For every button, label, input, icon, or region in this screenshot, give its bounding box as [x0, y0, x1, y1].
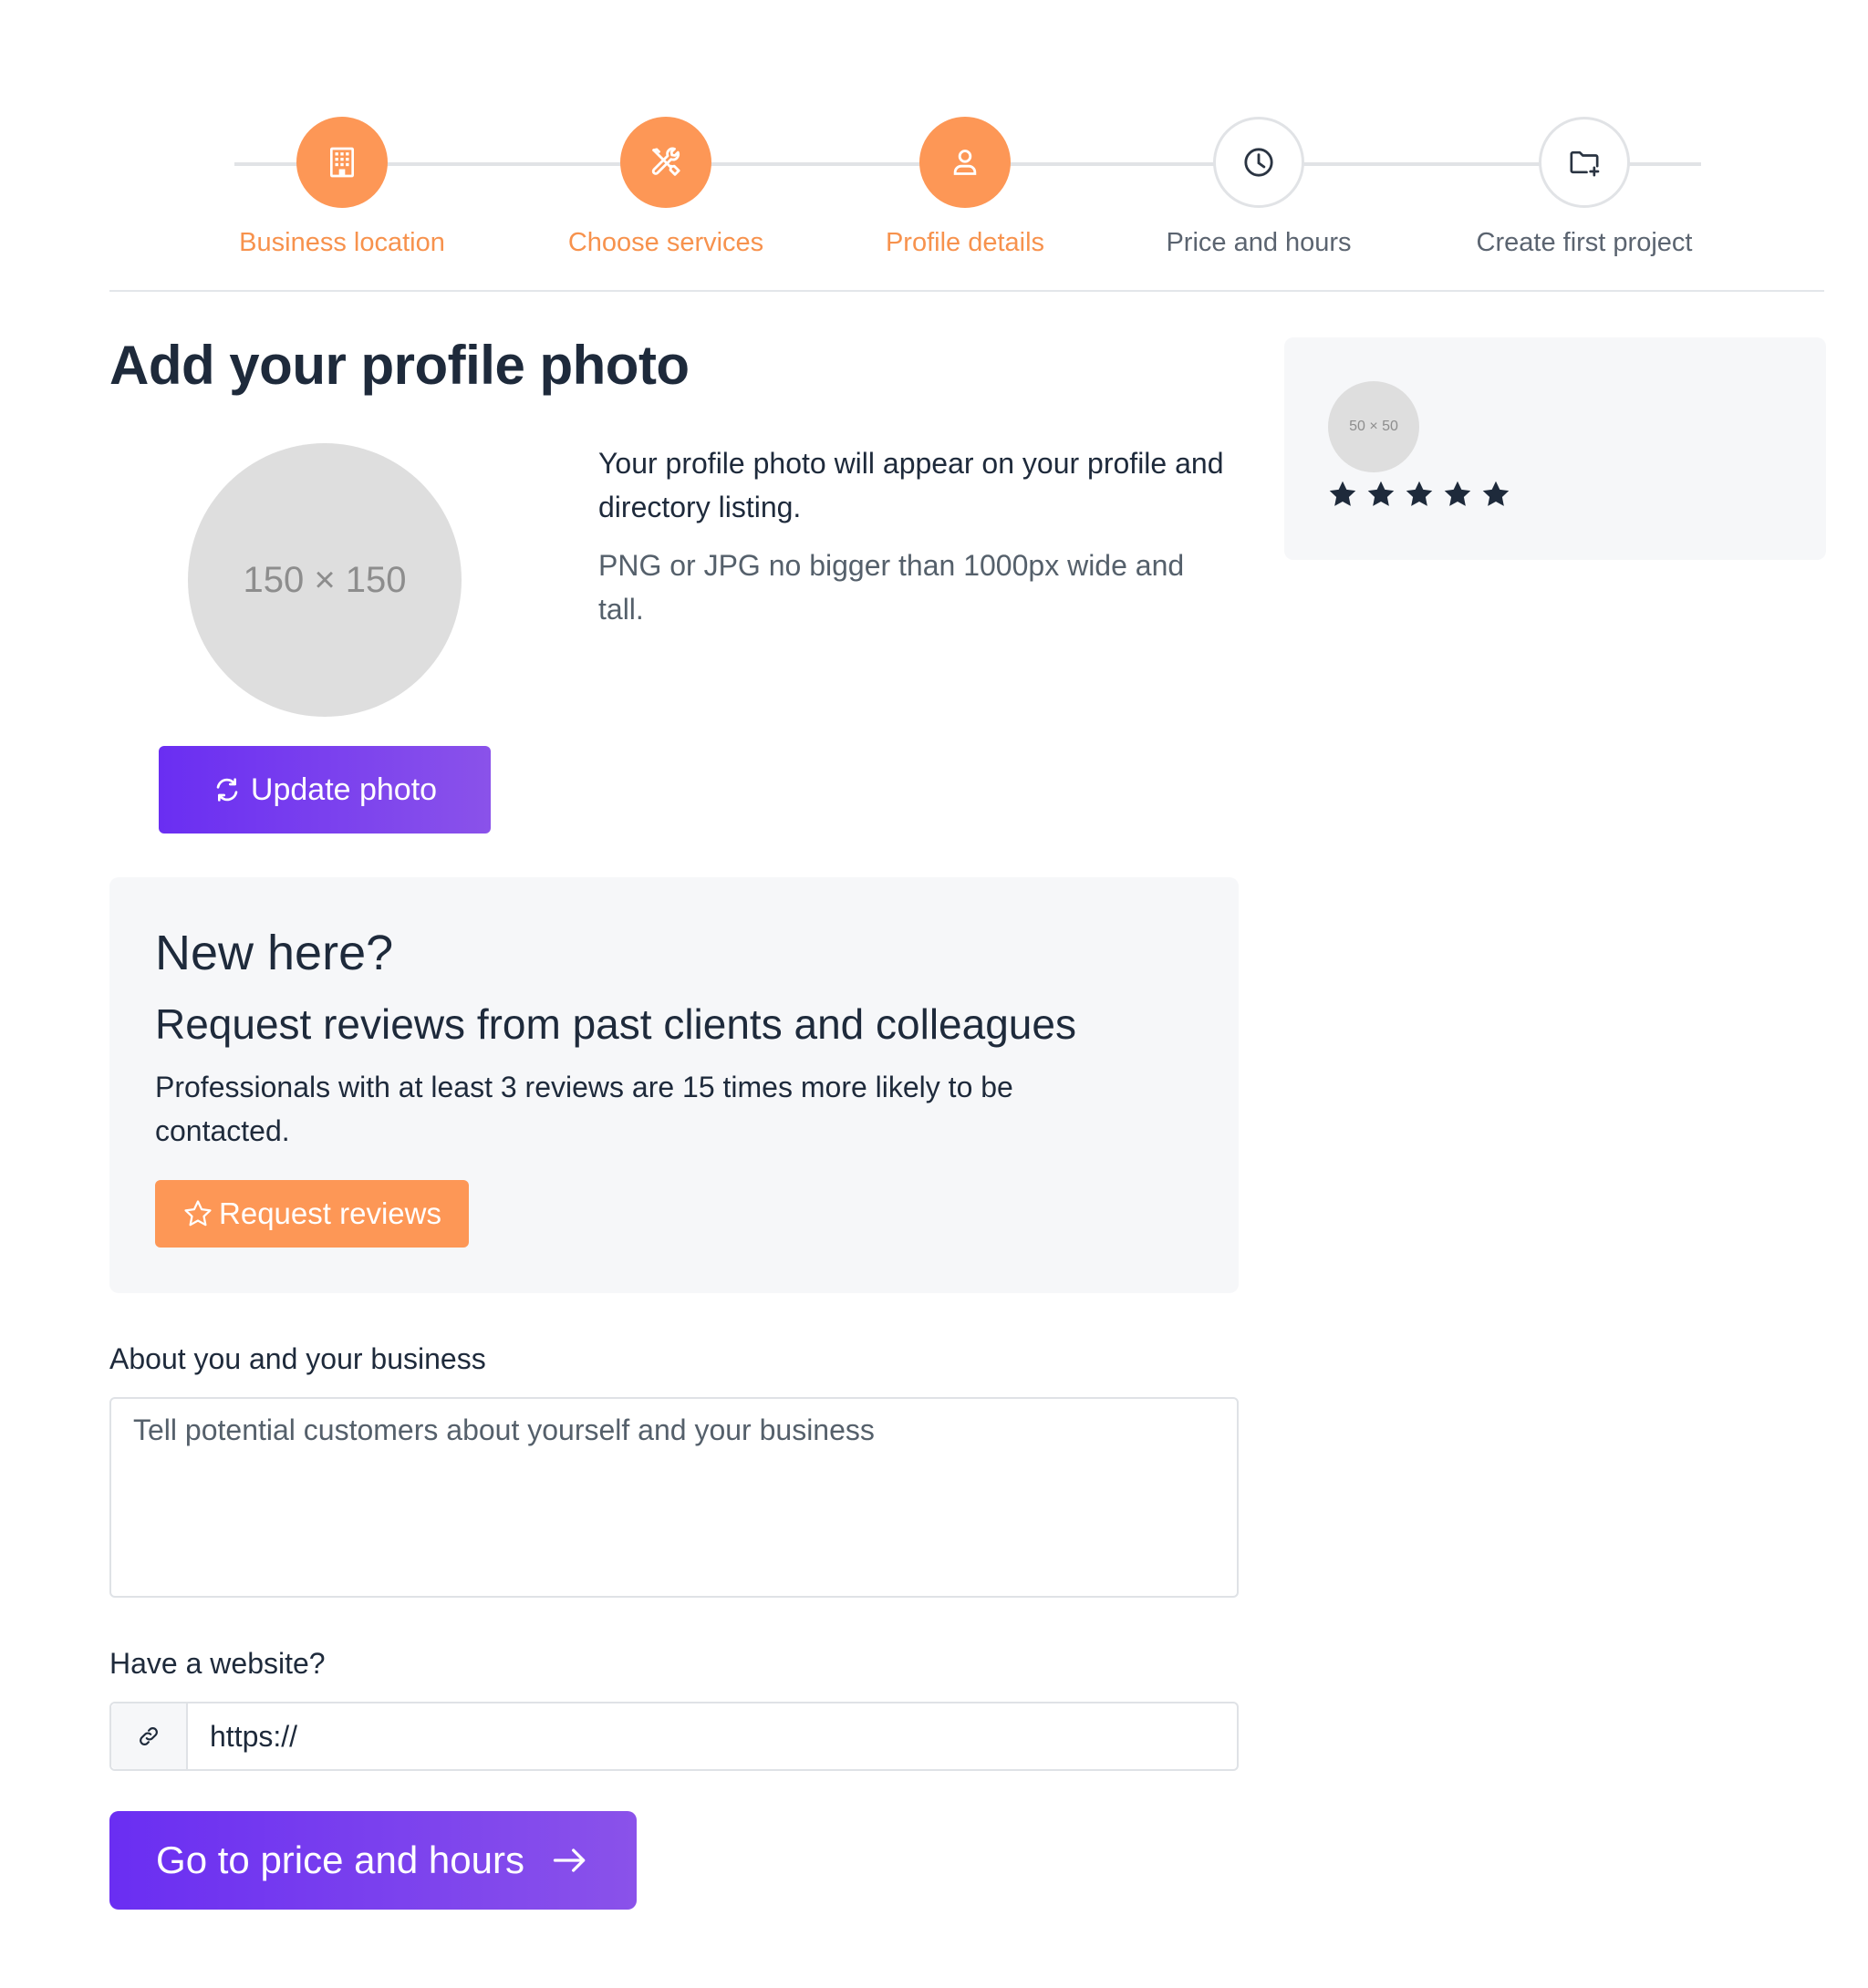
star-icon — [1482, 481, 1510, 506]
step-circle — [1213, 117, 1304, 208]
photo-description: Your profile photo will appear on your p… — [598, 447, 1224, 523]
star-icon — [1406, 481, 1433, 506]
star-rating — [1326, 478, 1512, 511]
user-icon — [953, 150, 977, 175]
request-reviews-label: Request reviews — [219, 1196, 441, 1230]
step-circle — [1539, 117, 1630, 208]
step-circle — [296, 117, 388, 208]
about-label: About you and your business — [109, 1342, 486, 1375]
step-circle — [620, 117, 711, 208]
next-button-label: Go to price and hours — [156, 1838, 524, 1881]
clock-icon — [1244, 148, 1273, 177]
step-profile-details[interactable]: Profile details — [819, 117, 1111, 258]
link-icon — [140, 1727, 158, 1745]
progress-stepper: Business location Choose services Profil… — [109, 109, 1824, 292]
step-label: Create first project — [1476, 228, 1693, 257]
about-textarea[interactable] — [109, 1397, 1239, 1598]
arrow-right-icon — [553, 1848, 586, 1872]
star-icon — [1329, 481, 1356, 506]
update-photo-label: Update photo — [250, 771, 438, 807]
step-circle — [919, 117, 1011, 208]
website-input-group — [109, 1702, 1239, 1771]
update-photo-button[interactable]: Update photo — [159, 746, 491, 834]
website-input[interactable] — [188, 1703, 1237, 1769]
step-create-first-project[interactable]: Create first project — [1438, 117, 1730, 258]
page-title: Add your profile photo — [109, 335, 690, 396]
photo-placeholder-label: 150 × 150 — [243, 559, 407, 600]
profile-photo-placeholder: 150 × 150 — [188, 443, 462, 717]
new-here-panel: New here? Request reviews from past clie… — [109, 877, 1239, 1293]
star-icon — [1444, 481, 1471, 506]
website-label: Have a website? — [109, 1647, 326, 1680]
tools-icon — [651, 147, 680, 176]
request-reviews-button[interactable]: Request reviews — [155, 1180, 469, 1248]
step-label: Price and hours — [1166, 228, 1352, 257]
folder-plus-icon — [1570, 150, 1600, 177]
link-addon — [111, 1703, 188, 1769]
photo-hint: PNG or JPG no bigger than 1000px wide an… — [598, 549, 1185, 626]
new-here-text: Professionals with at least 3 reviews ar… — [155, 1071, 1013, 1147]
step-business-location[interactable]: Business location — [196, 117, 488, 258]
step-choose-services[interactable]: Choose services — [520, 117, 812, 258]
step-label: Business location — [239, 228, 445, 257]
refresh-icon — [216, 778, 238, 802]
star-icon — [1367, 481, 1395, 506]
step-label: Profile details — [885, 228, 1045, 257]
new-here-title: New here? — [155, 926, 394, 980]
preview-avatar: 50 × 50 — [1328, 381, 1419, 472]
go-to-price-and-hours-button[interactable]: Go to price and hours — [109, 1811, 637, 1910]
step-label: Choose services — [567, 228, 764, 257]
profile-preview-card: 50 × 50 — [1284, 337, 1826, 560]
star-outline-icon — [184, 1200, 212, 1227]
preview-avatar-label: 50 × 50 — [1349, 419, 1398, 434]
building-icon — [330, 147, 354, 178]
new-here-subtitle: Request reviews from past clients and co… — [155, 1000, 1076, 1048]
step-price-and-hours[interactable]: Price and hours — [1113, 117, 1405, 258]
